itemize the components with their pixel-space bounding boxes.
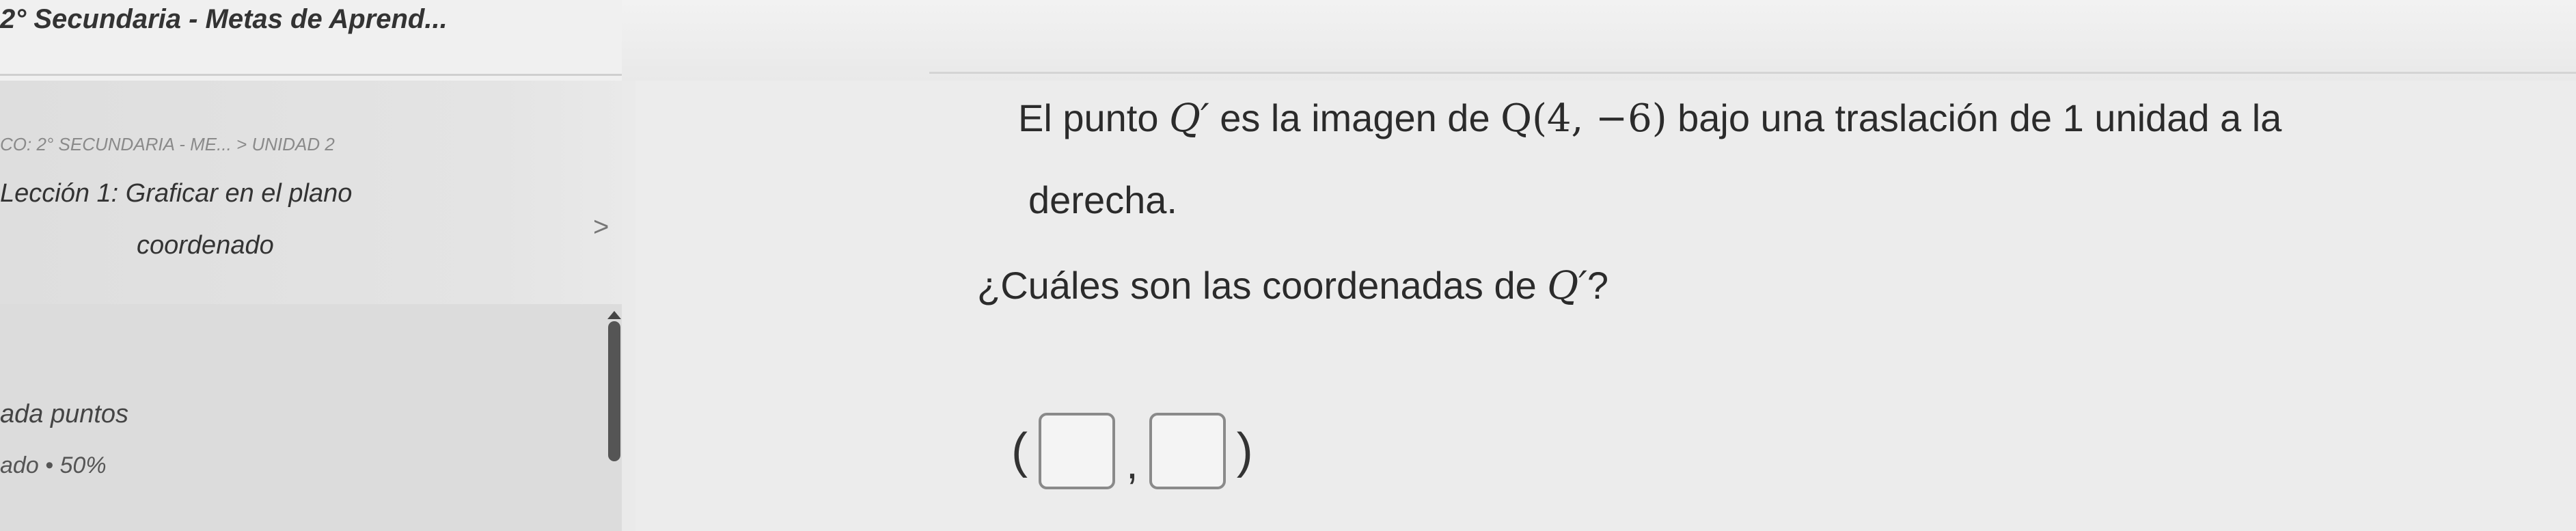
points-label: ada puntos <box>0 400 129 428</box>
problem-suffix: bajo una traslación de 1 unidad a la <box>1667 96 2282 139</box>
point-q-prime: Q′ <box>1169 96 1209 141</box>
question-text: ¿Cuáles son las coordenadas de Q′? <box>977 263 1608 308</box>
y-coordinate-input[interactable] <box>1149 413 1226 489</box>
x-coordinate-input[interactable] <box>1038 413 1115 489</box>
close-paren: ) <box>1236 424 1253 478</box>
chevron-right-icon[interactable]: > <box>593 212 609 243</box>
open-paren: ( <box>1011 424 1028 478</box>
sidebar: 2° Secundaria - Metas de Aprend... CO: 2… <box>0 0 622 531</box>
question-suffix: ? <box>1587 264 1609 307</box>
problem-text-line1: El punto Q′ es la imagen de Q(4, −6) baj… <box>1018 96 2282 141</box>
breadcrumb[interactable]: CO: 2° SECUNDARIA - ME... > UNIDAD 2 <box>0 134 335 155</box>
top-divider <box>929 72 2576 74</box>
question-prefix: ¿Cuáles son las coordenadas de <box>977 264 1548 307</box>
progress-status: ado • 50% <box>0 452 107 478</box>
problem-middle: es la imagen de <box>1209 96 1501 139</box>
lesson-title-line2[interactable]: coordenado <box>137 231 274 260</box>
sidebar-header: 2° Secundaria - Metas de Aprend... <box>0 0 622 81</box>
scroll-up-arrow-icon[interactable] <box>607 311 621 319</box>
problem-prefix: El punto <box>1018 96 1170 139</box>
question-point: Q′ <box>1547 264 1587 308</box>
lesson-title-line1[interactable]: Lección 1: Graficar en el plano <box>0 179 352 208</box>
problem-text-line2: derecha. <box>1028 178 1177 221</box>
answer-row: ( , ) <box>1011 410 1253 492</box>
point-q-coordinates: Q(4, −6) <box>1501 96 1667 141</box>
sidebar-scrollbar[interactable] <box>608 321 620 461</box>
sidebar-title: 2° Secundaria - Metas de Aprend... <box>0 4 448 34</box>
comma: , <box>1125 439 1138 488</box>
sidebar-divider <box>0 74 622 76</box>
